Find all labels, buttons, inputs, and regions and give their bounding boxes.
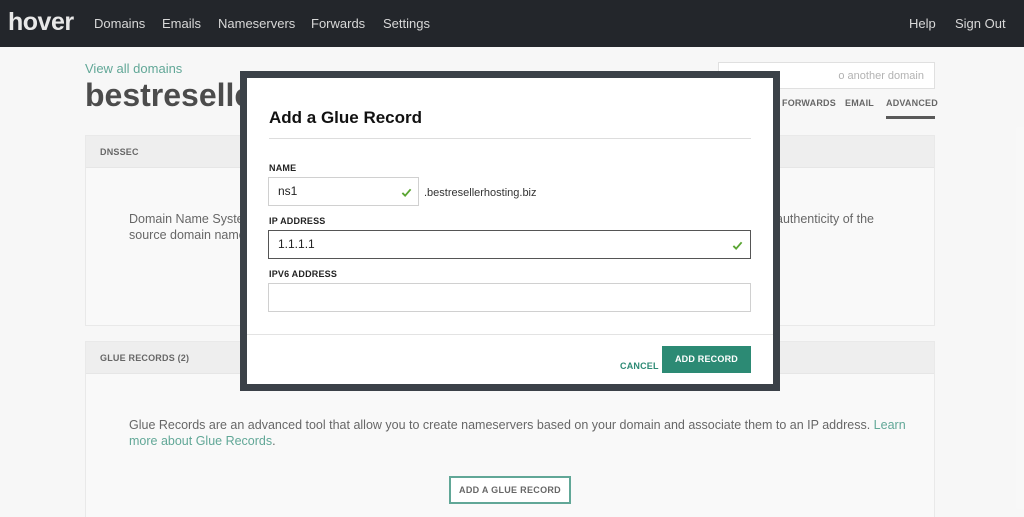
check-icon	[401, 188, 412, 198]
domain-suffix: .bestresellerhosting.biz	[424, 187, 537, 199]
nav-settings[interactable]: Settings	[383, 16, 430, 31]
modal-footer-divider	[247, 334, 773, 335]
top-nav: hover Domains Emails Nameservers Forward…	[0, 0, 1024, 47]
modal-title-divider	[269, 138, 751, 139]
check-icon	[732, 241, 743, 251]
ipv6-address-input[interactable]	[268, 283, 751, 312]
ip-address-input[interactable]: 1.1.1.1	[268, 230, 751, 259]
nav-sign-out[interactable]: Sign Out	[955, 16, 1006, 31]
add-record-button[interactable]: ADD RECORD	[662, 346, 751, 373]
nav-domains[interactable]: Domains	[94, 16, 145, 31]
name-label: NAME	[269, 163, 297, 173]
modal-title: Add a Glue Record	[269, 108, 423, 127]
add-glue-record-modal: Add a Glue Record NAME ns1 .bestreseller…	[247, 78, 773, 384]
ipv6-address-label: IPV6 ADDRESS	[269, 269, 338, 279]
cancel-button[interactable]: CANCEL	[620, 361, 659, 371]
nav-help[interactable]: Help	[909, 16, 936, 31]
nav-forwards[interactable]: Forwards	[311, 16, 365, 31]
modal-frame: Add a Glue Record NAME ns1 .bestreseller…	[240, 71, 780, 391]
name-input[interactable]: ns1	[268, 177, 419, 206]
nav-nameservers[interactable]: Nameservers	[218, 16, 295, 31]
nav-emails[interactable]: Emails	[162, 16, 201, 31]
hover-logo[interactable]: hover	[8, 8, 74, 37]
ip-address-label: IP ADDRESS	[269, 216, 326, 226]
